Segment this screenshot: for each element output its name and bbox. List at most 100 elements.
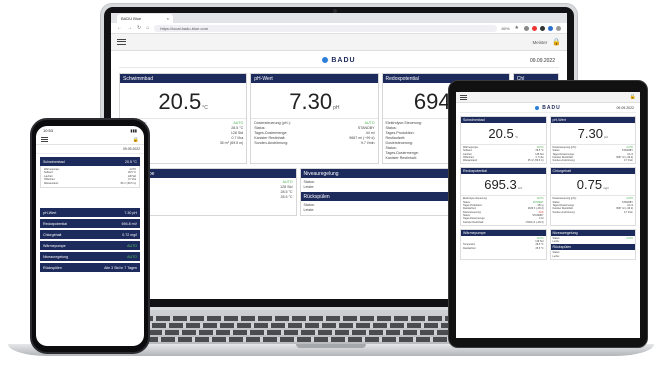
status-row: Kanister Restinhalt: 17364 ml (~99 d) (463, 221, 544, 224)
bookmark-star-icon[interactable]: ★ (515, 25, 519, 31)
reload-icon[interactable]: ↻ (137, 25, 141, 31)
url-field[interactable]: https://local.badu-blue.com (154, 24, 497, 32)
status-row: Letzte: (553, 240, 634, 243)
back-icon[interactable]: ← (117, 25, 122, 31)
phone-section-bar[interactable]: Redoxpotential 694.8 mV (40, 219, 140, 229)
card-unit: °C (514, 135, 519, 139)
phone-time: 10:53 (43, 128, 54, 133)
phone-section-bar[interactable]: Rückspülen Alle 3 Std in 7 Tagen (40, 263, 140, 273)
forward-icon[interactable]: → (127, 25, 132, 31)
status-row: Wasserstand: 35 m³ (69.5 m) (463, 159, 544, 162)
extension-icon[interactable] (548, 25, 553, 31)
menu-icon[interactable] (41, 137, 48, 142)
card-ph-wert[interactable]: pH-Wert 7.30 pH Dosiersteuerung (pH-): AU… (250, 73, 379, 164)
tablet-card-niveau[interactable]: Niveauregelung Status: AUTO Letzte: Rücksp… (549, 228, 636, 261)
card-value-area: 7.30 pH (251, 83, 378, 119)
browser-tab-title: BADU Blue (121, 15, 142, 21)
phone-section-bar[interactable]: Chlorgehalt 0.72 mg/l (40, 230, 140, 240)
phone-bars: pH-Wert 7.30 pH Redoxpotential 694.8 mV Chlo… (40, 208, 140, 273)
status-label: Restlaufzeit (463, 246, 476, 250)
status-label: Kanister Restinhalt: (463, 220, 484, 224)
status-row: Sonden-Anströmung: 9.7 l/min (553, 159, 634, 162)
menu-icon[interactable] (117, 39, 126, 45)
tablet-card-grid: Schwimmbad 20.5 °C Wärmepumpe: AUTO Sollwer… (460, 116, 636, 261)
section-value: 7.30 pH (124, 210, 137, 215)
card-rows: Dosiersteuerung (pH-): AUTO Status: STANDBY… (251, 119, 377, 148)
extension-icon[interactable] (556, 25, 561, 31)
section-title: Redoxpotential (43, 221, 67, 226)
user-name[interactable]: Meister (533, 40, 548, 45)
card-unit: mV (517, 186, 523, 191)
status-value: 9.7 l/min (623, 159, 633, 163)
status-value: 9.7 l/min (623, 210, 633, 214)
status-value: 35 m³ (69.5 m) (120, 181, 136, 185)
card-rows: Wärmepumpe:AUTOSollwert:28.5 °CLaufzeit:… (461, 145, 546, 163)
status-label: Letzte: (552, 240, 560, 244)
browser-tab[interactable]: BADU Blue × (117, 13, 173, 23)
section-title: Rückspülen (43, 265, 62, 270)
phone-logo-bar: 09.09.2022 (36, 145, 144, 154)
extension-icons (524, 25, 561, 31)
close-icon[interactable]: × (167, 16, 169, 21)
section-value: 20.5 °C (124, 159, 137, 164)
tablet-logo-bar: BADU 09.09.2022 (460, 103, 636, 113)
lock-icon[interactable]: 🔒 (552, 38, 561, 46)
status-value: 35 m³ (69.5 m) (527, 159, 544, 163)
section-value: 694.8 mV (121, 221, 137, 226)
card-title: Schwimmbad (120, 74, 247, 83)
status-label: Letzte: (303, 208, 315, 212)
status-row: Restlaufzeit 28.5 °C (463, 247, 544, 250)
battery-icon: ▮▮▮ (130, 128, 137, 133)
tablet-card-waermepumpe[interactable]: Wärmepumpe AUTO 128 Std Temperatur 28.5 °C R… (460, 228, 547, 261)
phone-section-bar[interactable]: pH-Wert 7.30 pH (40, 208, 140, 218)
tablet-card-redox[interactable]: Redoxpotential 695.3 mV Elektrolyse-Steue… (460, 167, 547, 226)
phone-section-schwimmbad[interactable]: Schwimmbad 20.5 °C (40, 157, 140, 166)
status-label: Sonden-Anströmung: (552, 159, 576, 163)
tablet-card-chlor[interactable]: Chlorgehalt 0.75 mg/l Dosiersteuerung (pH… (549, 167, 636, 226)
menu-icon[interactable] (460, 94, 467, 100)
card-value: 7.30 (577, 126, 603, 141)
zoom-level[interactable]: 80% (502, 26, 510, 31)
status-row: Letzte: (553, 255, 634, 258)
tablet-card-schwimmbad[interactable]: Schwimmbad 20.5 °C Wärmepumpe: AUTO Sollwer… (460, 116, 547, 165)
extension-icon[interactable] (524, 25, 529, 31)
status-value: 9.7 l/min (360, 141, 375, 145)
badu-logo: BADU (322, 57, 355, 64)
device-mockup-scene: BADU Blue × ← → ↻ ⌂ https://local.badu-b… (0, 0, 662, 367)
status-label: Letzte: (303, 185, 315, 189)
card-value-area: 20.5 °C (120, 83, 247, 119)
section-value: AUTO (127, 254, 137, 259)
section-value: Alle 3 Std in 7 Tagen (104, 265, 137, 270)
phone-status-bar: 10:53 ▮▮▮ (36, 126, 144, 135)
status-value: AUTO (626, 236, 633, 240)
home-icon[interactable]: ⌂ (146, 25, 149, 31)
status-label: Kanister Restinhalt: (385, 156, 417, 160)
badu-logo: BADU (535, 105, 560, 111)
app-header: Meister 🔒 (111, 34, 567, 51)
phone-app-header: 🔒 (36, 135, 144, 145)
status-label: Wasserstand: (463, 159, 478, 163)
lock-icon[interactable]: 🔒 (133, 137, 139, 143)
card-value: 7.30 (289, 89, 333, 114)
phone-pool-rows: Wärmepumpe: AUTO Sollwert: 28.5 °C Laufzeit:… (40, 166, 140, 189)
laptop-notch (296, 344, 366, 348)
status-label: Letzte: (552, 254, 560, 258)
status-value: 28.5 °C (280, 195, 293, 199)
section-value: 0.72 mg/l (122, 232, 137, 237)
card-value: 0.75 (576, 177, 603, 193)
phone-sections: Schwimmbad 20.5 °C Wärmepumpe: AUTO Sollwe… (40, 157, 140, 273)
card-rows: Dosiersteuerung (pH-): AUTO Status: STANDBY… (551, 145, 636, 163)
card-rows: Dosiersteuerung (pH-): AUTO Status: STANDBY… (551, 196, 636, 214)
tablet-card-ph[interactable]: pH-Wert 7.30 pH Dosiersteuerung (pH-): AUT… (549, 116, 636, 165)
tablet-app-header: 🔒 (456, 92, 640, 103)
extension-icon[interactable] (540, 25, 545, 31)
phone-section-bar[interactable]: Wärmepumpe AUTO (40, 241, 140, 251)
lock-icon[interactable]: 🔒 (630, 94, 636, 100)
section-title: Chlorgehalt (43, 232, 62, 237)
phone-section-bar[interactable]: Niveauregelung AUTO (40, 252, 140, 262)
status-value: 17364 ml (~99 d) (525, 220, 544, 224)
current-date: 09.09.2022 (616, 105, 634, 110)
extension-icon[interactable] (532, 25, 537, 31)
section-title: Wärmepumpe (43, 243, 66, 248)
section-title: Schwimmbad (43, 159, 65, 164)
